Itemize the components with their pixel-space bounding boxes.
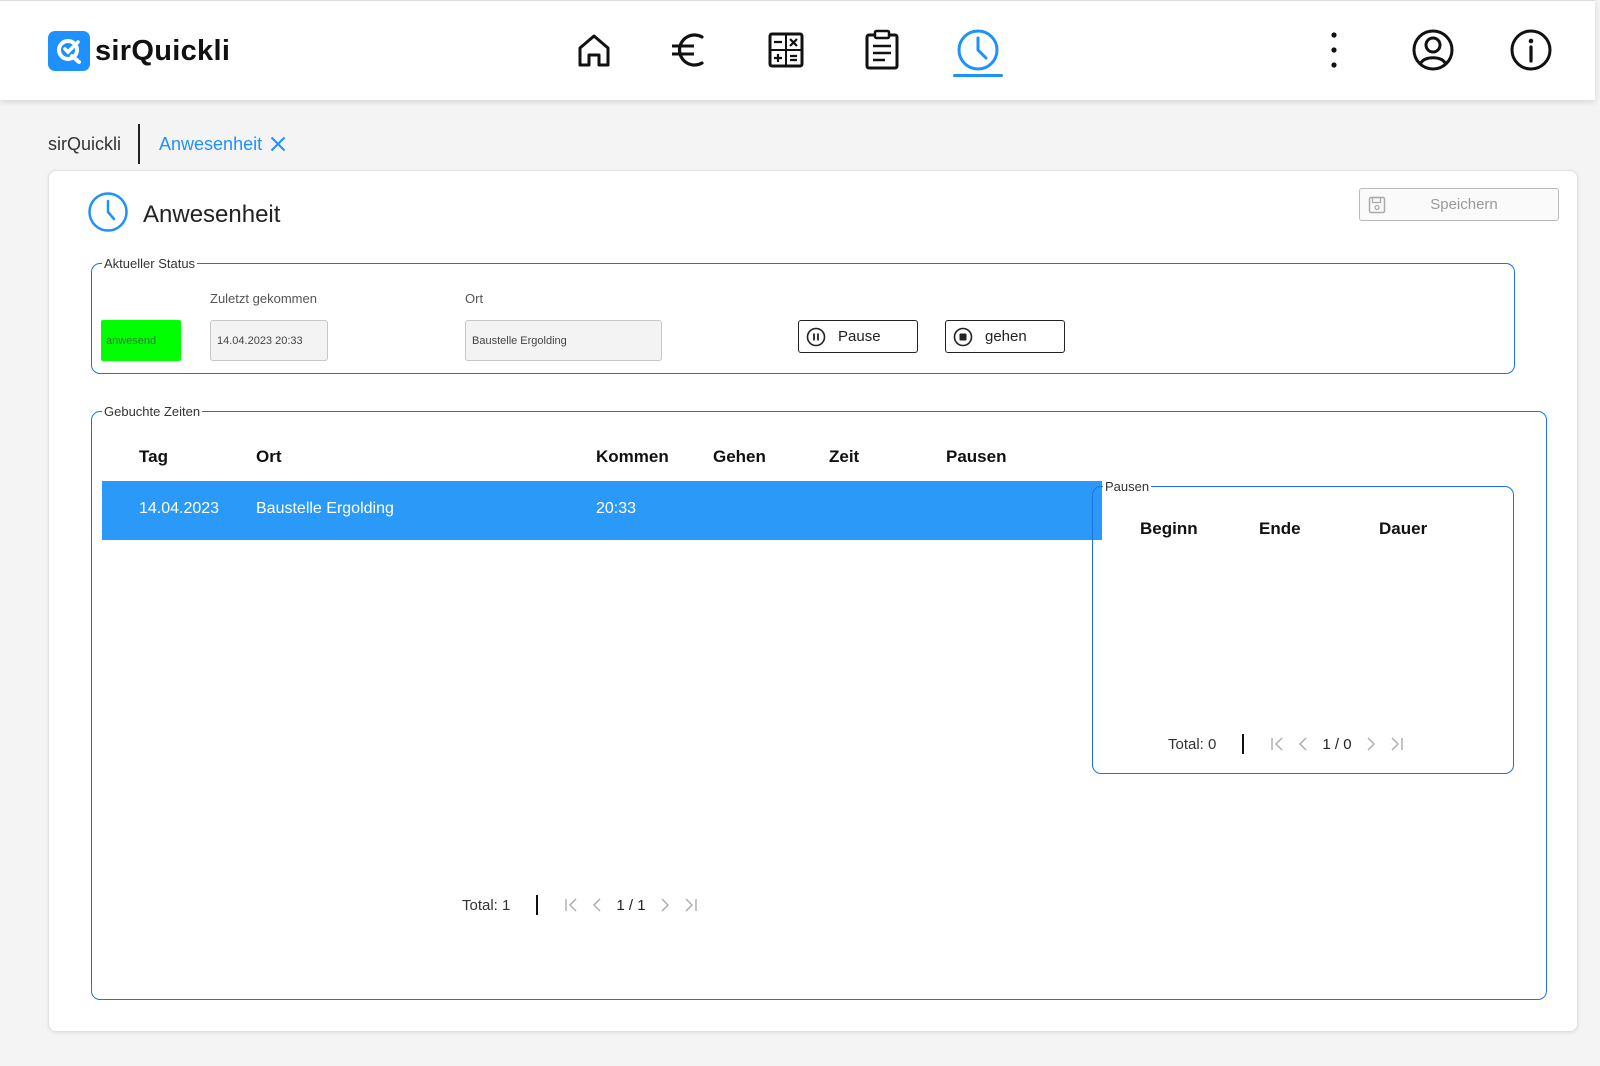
- current-status-legend: Aktueller Status: [104, 256, 196, 271]
- page-header: Anwesenheit: [87, 191, 280, 238]
- pause-icon: [806, 327, 826, 347]
- save-button[interactable]: Speichern: [1359, 188, 1559, 221]
- prev-page-icon[interactable]: [1298, 737, 1308, 751]
- home-icon[interactable]: [571, 27, 617, 73]
- status-badge: anwesend: [101, 320, 181, 361]
- euro-icon[interactable]: [666, 27, 712, 73]
- breaks-pager: Total: 0 1 / 0: [1168, 734, 1404, 754]
- first-page-icon[interactable]: [564, 898, 580, 912]
- breadcrumb-tab-active[interactable]: Anwesenheit: [140, 134, 286, 155]
- calculator-icon[interactable]: [763, 27, 809, 73]
- column-header-ort[interactable]: Ort: [256, 447, 282, 467]
- breaks-group: Pausen Beginn Ende Dauer Total: 0 1 / 0: [1092, 479, 1514, 774]
- breaks-total: Total: 0: [1168, 735, 1217, 753]
- column-header-ende[interactable]: Ende: [1259, 519, 1301, 539]
- prev-page-icon[interactable]: [592, 898, 602, 912]
- page-title: Anwesenheit: [143, 200, 281, 228]
- column-header-tag[interactable]: Tag: [139, 447, 168, 467]
- save-button-label: Speichern: [1430, 196, 1498, 213]
- save-icon: [1368, 196, 1386, 214]
- column-header-beginn[interactable]: Beginn: [1140, 519, 1198, 539]
- booked-times-group: Gebuchte Zeiten Tag Ort Kommen Gehen Zei…: [91, 404, 1547, 1000]
- app-logo[interactable]: sirQuickli: [48, 31, 230, 71]
- next-page-icon[interactable]: [660, 898, 670, 912]
- logo-icon: [48, 31, 90, 71]
- top-bar: sirQuickli: [0, 0, 1595, 100]
- column-header-zeit[interactable]: Zeit: [829, 447, 859, 467]
- breadcrumb: sirQuickli Anwesenheit: [48, 124, 286, 164]
- close-icon[interactable]: [270, 136, 286, 152]
- more-vertical-icon[interactable]: [1311, 27, 1357, 73]
- column-header-gehen[interactable]: Gehen: [713, 447, 766, 467]
- pager-separator: [1242, 734, 1245, 754]
- clock-icon[interactable]: [953, 27, 1003, 77]
- breaks-legend: Pausen: [1105, 479, 1150, 494]
- times-pager: Total: 1 1 / 1: [462, 895, 698, 915]
- page-indicator: 1 / 0: [1322, 735, 1352, 753]
- leave-button-label: gehen: [985, 328, 1027, 345]
- stop-icon: [953, 327, 973, 347]
- column-header-dauer[interactable]: Dauer: [1379, 519, 1427, 539]
- current-status-group: Aktueller Status anwesend Zuletzt gekomm…: [91, 256, 1515, 374]
- times-total: Total: 1: [462, 896, 511, 914]
- page-indicator: 1 / 1: [616, 896, 646, 914]
- pager-separator: [536, 895, 539, 915]
- clipboard-icon[interactable]: [859, 27, 905, 73]
- pause-button[interactable]: Pause: [798, 320, 918, 353]
- clock-icon: [87, 191, 129, 238]
- last-page-icon[interactable]: [1388, 737, 1404, 751]
- location-field[interactable]: Baustelle Ergolding: [465, 320, 662, 361]
- cell-tag: 14.04.2023: [139, 500, 220, 517]
- column-header-pausen[interactable]: Pausen: [946, 447, 1006, 467]
- last-came-field[interactable]: 14.04.2023 20:33: [210, 320, 328, 361]
- leave-button[interactable]: gehen: [945, 320, 1065, 353]
- breadcrumb-home[interactable]: sirQuickli: [48, 134, 138, 155]
- column-header-kommen[interactable]: Kommen: [596, 447, 669, 467]
- cell-ort: Baustelle Ergolding: [256, 500, 394, 517]
- location-label: Ort: [465, 291, 484, 306]
- first-page-icon[interactable]: [1270, 737, 1286, 751]
- table-row[interactable]: 14.04.2023 Baustelle Ergolding 20:33: [102, 481, 1102, 540]
- booked-times-legend: Gebuchte Zeiten: [104, 404, 201, 419]
- last-came-label: Zuletzt gekommen: [210, 291, 317, 306]
- info-icon[interactable]: [1508, 27, 1554, 73]
- pause-button-label: Pause: [838, 328, 881, 345]
- next-page-icon[interactable]: [1366, 737, 1376, 751]
- user-account-icon[interactable]: [1410, 27, 1456, 73]
- logo-text: sirQuickli: [95, 34, 231, 67]
- cell-kommen: 20:33: [596, 500, 637, 517]
- attendance-card: Anwesenheit Speichern Aktueller Status a…: [48, 170, 1578, 1032]
- last-page-icon[interactable]: [682, 898, 698, 912]
- breadcrumb-active-label: Anwesenheit: [159, 133, 263, 154]
